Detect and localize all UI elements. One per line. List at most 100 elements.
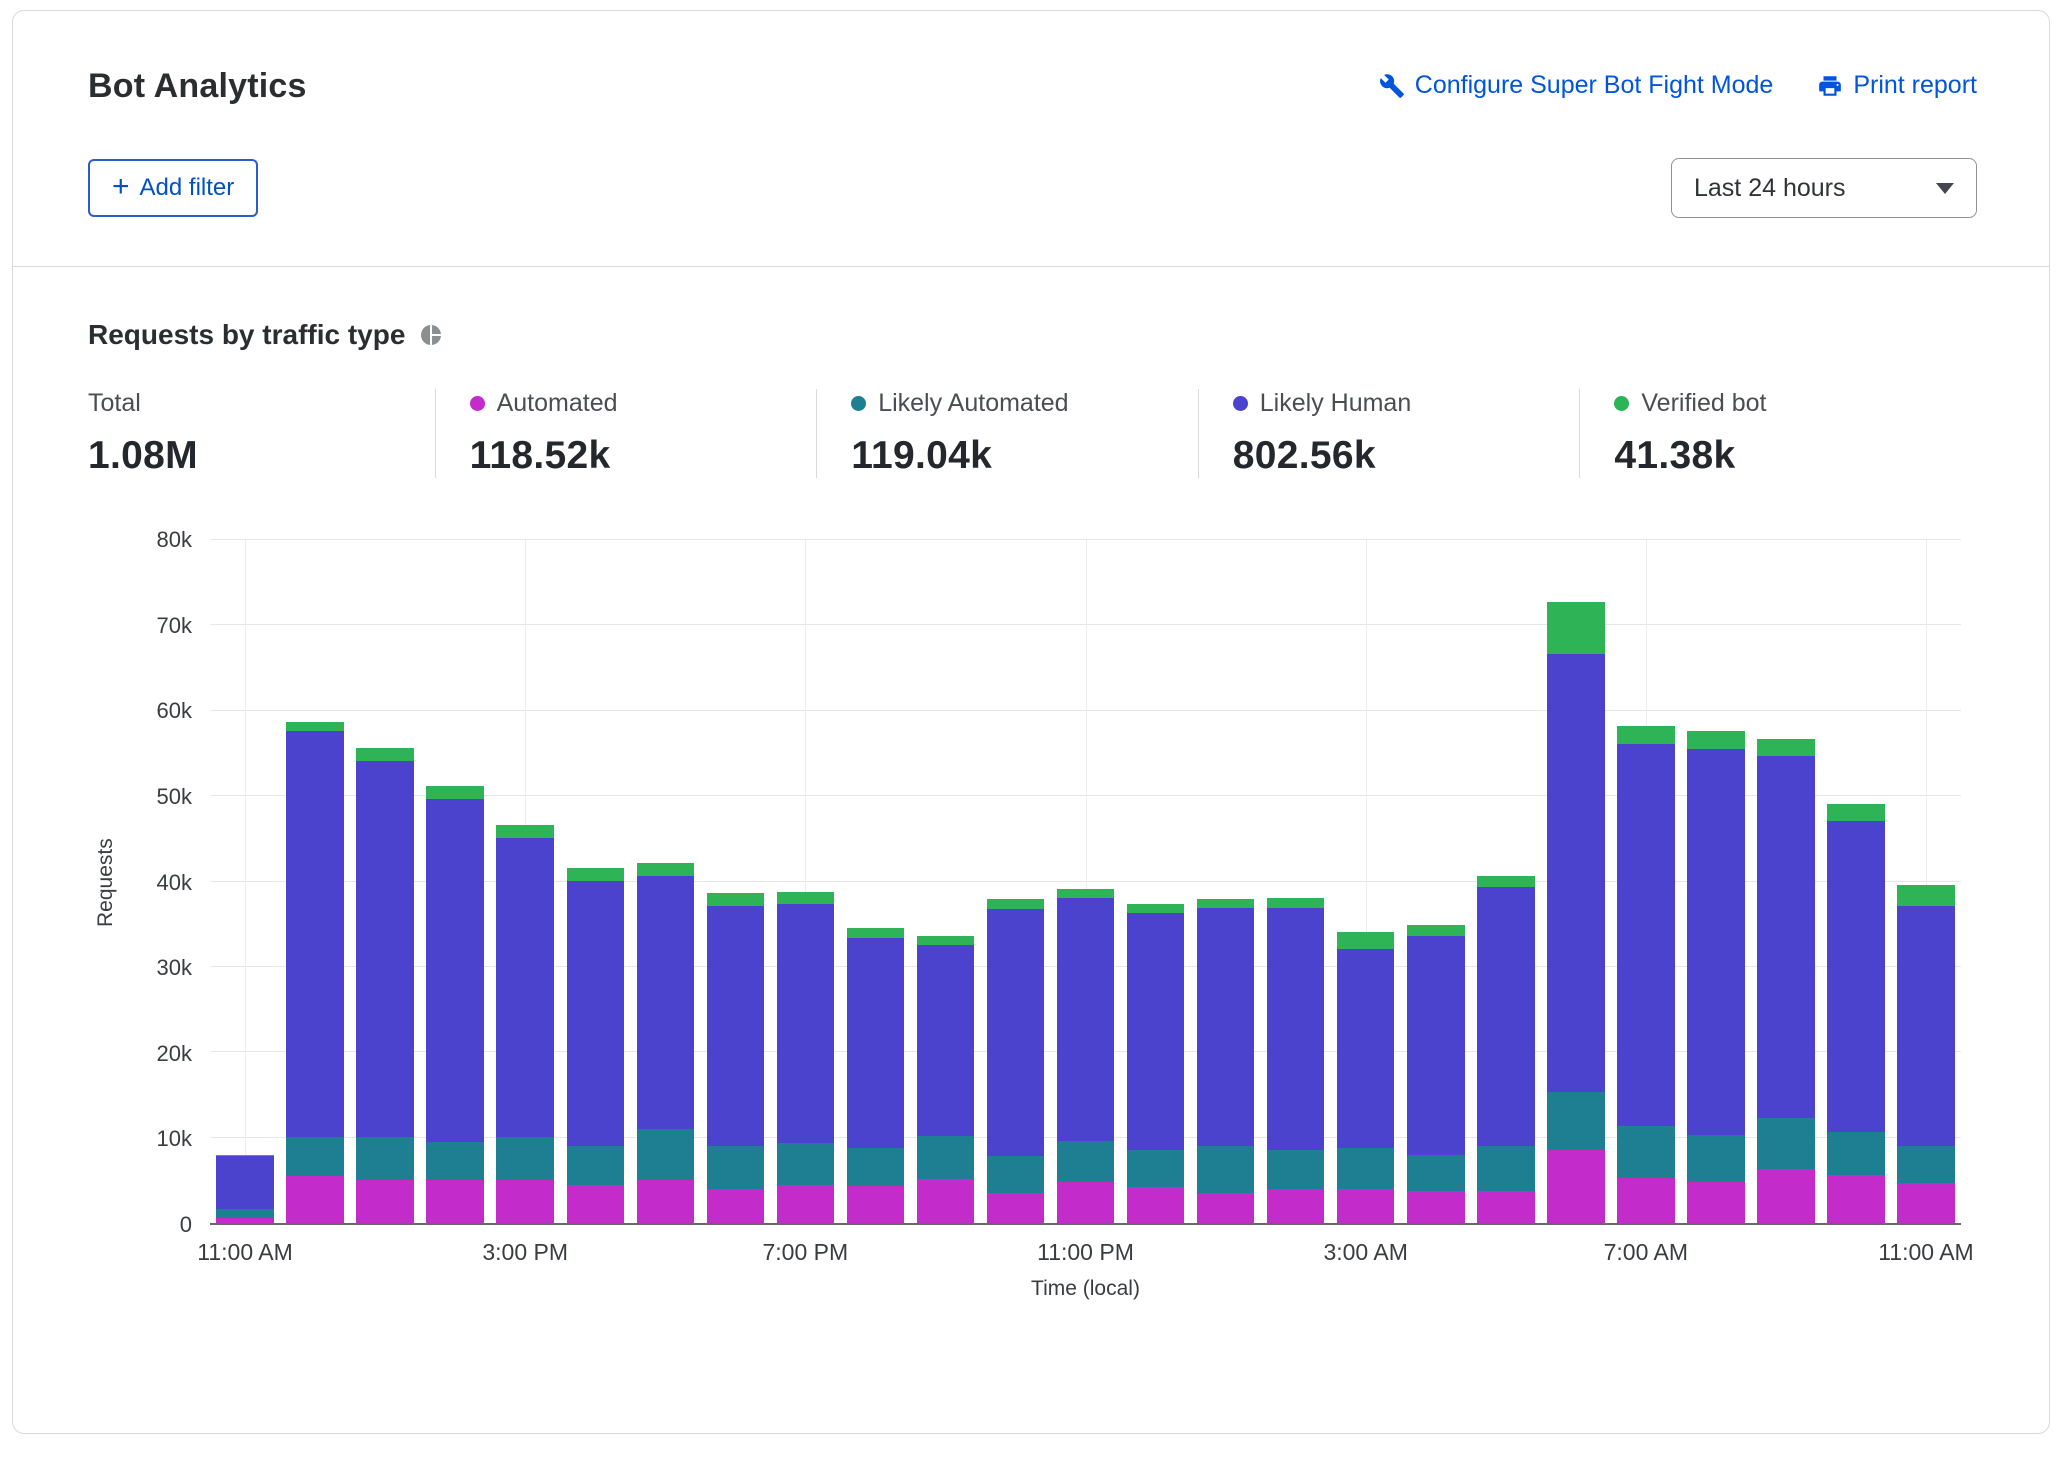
bar-segment-likely-human	[1897, 906, 1954, 1146]
bar-segment-automated	[1757, 1169, 1814, 1223]
bar-slot	[1821, 540, 1891, 1223]
stacked-bar	[847, 928, 904, 1223]
stat-verified-bot: Verified bot 41.38k	[1579, 389, 1961, 478]
bar-slot	[840, 540, 910, 1223]
bar-segment-likely-automated	[1827, 1132, 1884, 1175]
section-title: Requests by traffic type	[88, 319, 405, 351]
bar-slot	[280, 540, 350, 1223]
x-tick-label: 3:00 AM	[1323, 1239, 1407, 1266]
bar-segment-likely-human	[707, 906, 764, 1146]
bar-segment-likely-human	[1337, 949, 1394, 1148]
bar-segment-likely-automated	[1407, 1155, 1464, 1191]
stat-automated: Automated 118.52k	[435, 389, 817, 478]
stat-value: 41.38k	[1614, 434, 1961, 478]
bar-segment-likely-human	[637, 876, 694, 1129]
bar-segment-verified-bot	[1757, 739, 1814, 755]
card-header: Bot Analytics Configure Super Bot Fight …	[13, 11, 2049, 266]
print-report-link[interactable]: Print report	[1817, 71, 1977, 100]
x-axis-labels: 11:00 AM3:00 PM7:00 PM11:00 PM3:00 AM7:0…	[210, 1225, 1961, 1271]
bar-segment-verified-bot	[1057, 889, 1114, 898]
bar-segment-likely-automated	[1127, 1150, 1184, 1187]
bar-segment-automated	[1547, 1150, 1604, 1223]
stacked-bar	[1757, 739, 1814, 1223]
bar-segment-automated	[1687, 1182, 1744, 1223]
y-tick-label: 70k	[157, 613, 192, 639]
stat-value: 119.04k	[851, 434, 1198, 478]
printer-icon	[1817, 73, 1843, 99]
bar-segment-verified-bot	[426, 786, 483, 799]
bar-segment-likely-automated	[496, 1137, 553, 1180]
bar-segment-automated	[777, 1185, 834, 1224]
bar-segment-automated	[1897, 1183, 1954, 1223]
y-tick-label: 60k	[157, 698, 192, 724]
bar-slot	[1541, 540, 1611, 1223]
bar-slot	[420, 540, 490, 1223]
bar-segment-likely-human	[847, 938, 904, 1148]
bar-slot	[560, 540, 630, 1223]
bar-segment-automated	[426, 1180, 483, 1223]
y-tick-label: 80k	[157, 527, 192, 553]
stacked-bar	[917, 936, 974, 1223]
x-tick-label: 7:00 PM	[763, 1239, 849, 1266]
bar-segment-automated	[847, 1186, 904, 1223]
stat-label: Automated	[497, 389, 618, 418]
stacked-bar	[216, 1155, 273, 1223]
bar-segment-likely-automated	[1267, 1150, 1324, 1189]
bar-segment-likely-automated	[286, 1137, 343, 1176]
stat-value: 1.08M	[88, 434, 435, 478]
bar-segment-automated	[1127, 1187, 1184, 1223]
bar-segment-automated	[637, 1180, 694, 1223]
bar-segment-automated	[1197, 1193, 1254, 1223]
bar-segment-likely-human	[777, 904, 834, 1144]
bar-segment-likely-automated	[426, 1142, 483, 1181]
bar-slot	[1051, 540, 1121, 1223]
stacked-bar	[1197, 899, 1254, 1223]
bar-segment-likely-human	[1197, 908, 1254, 1146]
stacked-bar	[987, 899, 1044, 1223]
y-tick-label: 50k	[157, 784, 192, 810]
bar-slot	[1401, 540, 1471, 1223]
y-axis-labels: 010k20k30k40k50k60k70k80k	[124, 540, 210, 1225]
bar-segment-likely-human	[1477, 887, 1534, 1146]
bar-segment-likely-human	[1407, 936, 1464, 1155]
plot-area	[210, 540, 1961, 1225]
stacked-bar	[1337, 932, 1394, 1223]
stacked-bar	[1477, 876, 1534, 1223]
bar-segment-likely-automated	[1057, 1141, 1114, 1182]
bar-segment-likely-human	[216, 1156, 273, 1209]
bar-segment-verified-bot	[1687, 731, 1744, 749]
bar-slot	[1191, 540, 1261, 1223]
stacked-bar	[496, 825, 553, 1223]
y-tick-label: 10k	[157, 1126, 192, 1152]
bar-segment-verified-bot	[917, 936, 974, 945]
bar-slot	[350, 540, 420, 1223]
bar-segment-likely-human	[1617, 744, 1674, 1127]
bar-slot	[1891, 540, 1961, 1223]
bar-slot	[770, 540, 840, 1223]
bar-segment-likely-human	[496, 838, 553, 1138]
time-range-select[interactable]: Last 24 hours	[1671, 158, 1977, 218]
bar-segment-automated	[1617, 1178, 1674, 1223]
bar-slot	[1121, 540, 1191, 1223]
stat-value: 802.56k	[1233, 434, 1580, 478]
stacked-bar	[1897, 885, 1954, 1223]
bar-segment-automated	[496, 1180, 553, 1223]
bar-slot	[700, 540, 770, 1223]
stacked-bar	[567, 868, 624, 1223]
print-report-label: Print report	[1853, 71, 1977, 100]
time-range-value: Last 24 hours	[1694, 174, 1846, 203]
bar-segment-verified-bot	[637, 863, 694, 876]
add-filter-button[interactable]: + Add filter	[88, 159, 258, 217]
bar-slot	[1261, 540, 1331, 1223]
stacked-bar	[1057, 889, 1114, 1223]
stacked-bar	[1827, 804, 1884, 1223]
bar-segment-likely-automated	[1757, 1118, 1814, 1169]
y-axis-title: Requests	[88, 540, 124, 1225]
bar-segment-likely-automated	[216, 1209, 273, 1218]
bar-slot	[910, 540, 980, 1223]
stat-label: Total	[88, 389, 141, 418]
requests-chart: Requests 010k20k30k40k50k60k70k80k 11:00…	[88, 540, 1961, 1311]
x-tick-label: 11:00 PM	[1037, 1239, 1134, 1266]
configure-super-bot-fight-mode-link[interactable]: Configure Super Bot Fight Mode	[1379, 71, 1774, 100]
bar-segment-likely-human	[356, 761, 413, 1138]
